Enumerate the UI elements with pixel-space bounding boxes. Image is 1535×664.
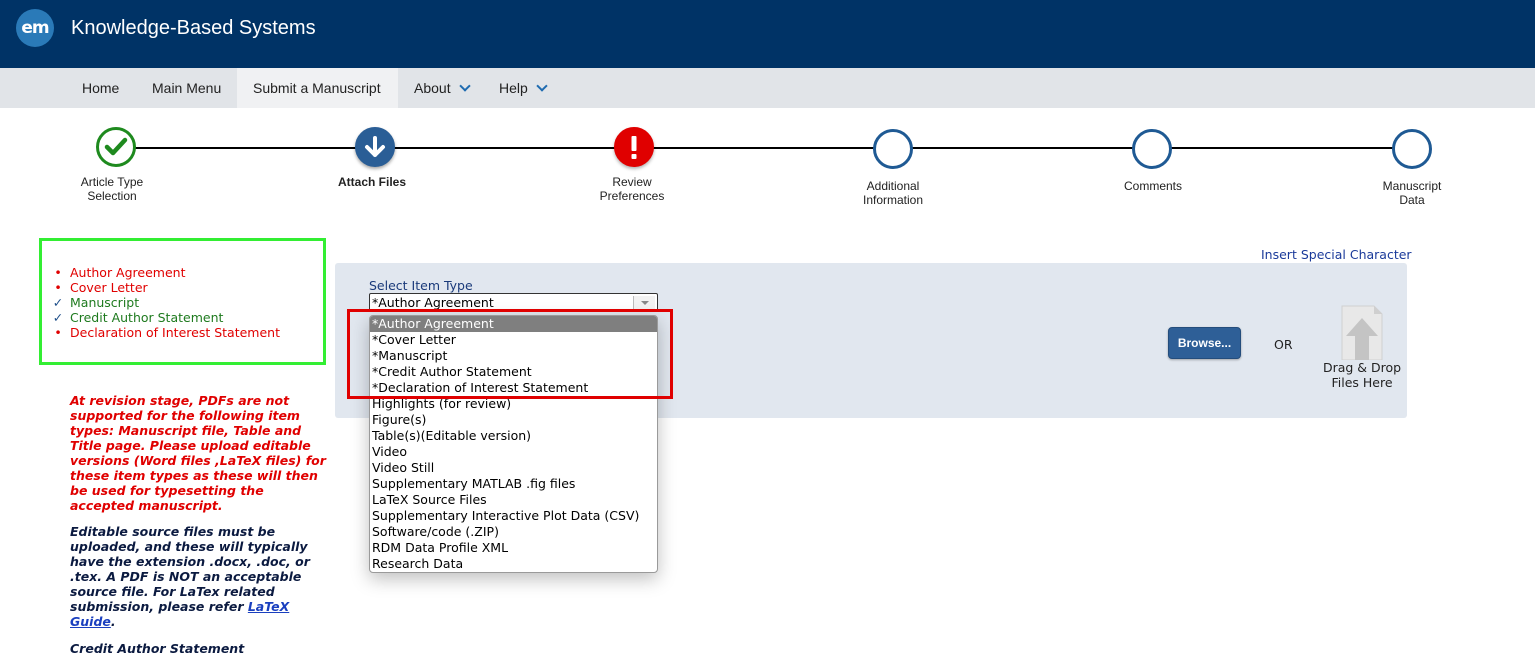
option-highlights[interactable]: Highlights (for review) xyxy=(370,396,657,412)
step-label-manuscript-data: Manuscript Data xyxy=(1382,179,1442,207)
bullet-icon: • xyxy=(54,280,62,295)
option-interactive-plot-data[interactable]: Supplementary Interactive Plot Data (CSV… xyxy=(370,508,657,524)
checkmark-icon: ✓ xyxy=(52,310,64,325)
step-label-additional-information: Additional Information xyxy=(862,179,924,207)
checkmark-icon: ✓ xyxy=(52,295,64,310)
option-video[interactable]: Video xyxy=(370,444,657,460)
dropdown-arrow-icon[interactable] xyxy=(633,296,655,309)
revision-pdf-note: At revision stage, PDFs are not supporte… xyxy=(70,393,326,513)
option-cover-letter[interactable]: *Cover Letter xyxy=(370,332,657,348)
select-item-type-label: Select Item Type xyxy=(369,278,473,293)
drag-drop-zone[interactable]: Drag & Drop Files Here xyxy=(1320,304,1404,394)
option-research-data[interactable]: Research Data xyxy=(370,556,657,572)
nav-home[interactable]: Home xyxy=(82,68,119,108)
required-items-checklist: • Author Agreement • Cover Letter ✓ Manu… xyxy=(39,238,326,365)
em-logo[interactable]: em xyxy=(16,9,54,47)
exclamation-icon xyxy=(631,136,637,159)
option-matlab-fig[interactable]: Supplementary MATLAB .fig files xyxy=(370,476,657,492)
nav-about[interactable]: About xyxy=(414,68,471,108)
credit-author-heading: Credit Author Statement xyxy=(70,641,245,656)
editable-source-note: Editable source files must be uploaded, … xyxy=(70,524,310,629)
nav-submit-manuscript[interactable]: Submit a Manuscript xyxy=(237,68,398,108)
step-review-preferences[interactable] xyxy=(614,127,654,167)
check-icon xyxy=(104,137,128,156)
step-label-attach-files: Attach Files xyxy=(337,175,406,189)
item-type-select[interactable]: *Author Agreement xyxy=(369,293,658,312)
checklist-item-author-agreement: • Author Agreement xyxy=(54,265,185,280)
drag-drop-label: Drag & Drop Files Here xyxy=(1322,360,1402,390)
option-credit-author-statement[interactable]: *Credit Author Statement xyxy=(370,364,657,380)
step-label-review-preferences: Review Preferences xyxy=(599,175,665,203)
nav-help[interactable]: Help xyxy=(499,68,548,108)
option-latex-source[interactable]: LaTeX Source Files xyxy=(370,492,657,508)
option-declaration-of-interest[interactable]: *Declaration of Interest Statement xyxy=(370,380,657,396)
step-additional-information[interactable] xyxy=(873,129,913,169)
browse-button[interactable]: Browse... xyxy=(1168,327,1241,359)
option-rdm-data-profile[interactable]: RDM Data Profile XML xyxy=(370,540,657,556)
checklist-item-manuscript: ✓ Manuscript xyxy=(52,295,140,310)
step-attach-files[interactable] xyxy=(355,127,395,167)
chevron-down-icon xyxy=(458,80,471,92)
top-header: em Knowledge-Based Systems xyxy=(0,0,1535,68)
bullet-icon: • xyxy=(54,265,62,280)
option-author-agreement[interactable]: *Author Agreement xyxy=(370,316,657,332)
checklist-item-cover-letter: • Cover Letter xyxy=(54,280,147,295)
step-article-type[interactable] xyxy=(96,127,136,167)
step-label-comments: Comments xyxy=(1123,179,1182,193)
chevron-down-icon xyxy=(536,80,548,92)
journal-title: Knowledge-Based Systems xyxy=(71,17,316,39)
step-comments[interactable] xyxy=(1132,129,1172,169)
main-nav: Home Main Menu Submit a Manuscript About… xyxy=(0,68,1535,108)
stepper-line xyxy=(116,147,1412,149)
option-video-still[interactable]: Video Still xyxy=(370,460,657,476)
option-tables[interactable]: Table(s)(Editable version) xyxy=(370,428,657,444)
or-label: OR xyxy=(1274,337,1293,352)
insert-special-character-link[interactable]: Insert Special Character xyxy=(1261,247,1412,262)
option-software-code[interactable]: Software/code (.ZIP) xyxy=(370,524,657,540)
checklist-item-declaration-of-interest: • Declaration of Interest Statement xyxy=(54,325,280,340)
step-manuscript-data[interactable] xyxy=(1392,129,1432,169)
step-label-article-type: Article Type Selection xyxy=(80,175,144,203)
nav-main-menu[interactable]: Main Menu xyxy=(152,68,221,108)
upload-file-icon xyxy=(1341,305,1383,360)
option-manuscript[interactable]: *Manuscript xyxy=(370,348,657,364)
option-figures[interactable]: Figure(s) xyxy=(370,412,657,428)
checklist-item-credit-author-statement: ✓ Credit Author Statement xyxy=(52,310,224,325)
bullet-icon: • xyxy=(54,325,62,340)
item-type-dropdown-list: *Author Agreement *Cover Letter *Manuscr… xyxy=(369,315,658,573)
arrow-down-icon xyxy=(365,136,385,157)
